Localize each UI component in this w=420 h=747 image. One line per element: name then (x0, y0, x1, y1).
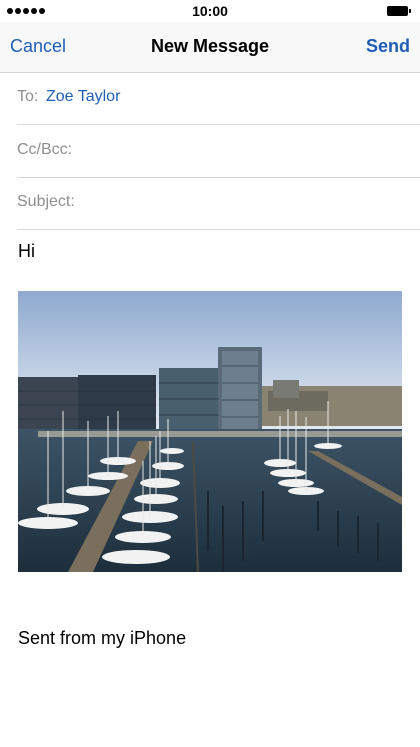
cc-bcc-field[interactable]: Cc/Bcc: (17, 125, 420, 178)
status-time: 10:00 (192, 3, 228, 19)
status-bar: 10:00 (0, 0, 420, 22)
recipient-token[interactable]: Zoe Taylor (46, 88, 120, 106)
subject-input[interactable] (87, 187, 420, 219)
page-title: New Message (150, 36, 270, 56)
message-body-text[interactable]: Hi (18, 241, 35, 262)
to-label: To: (17, 88, 39, 105)
to-field[interactable]: To: Zoe Taylor (17, 72, 420, 125)
cc-bcc-input[interactable] (87, 135, 420, 167)
attached-photo[interactable] (18, 291, 402, 572)
signature-text[interactable]: Sent from my iPhone (18, 628, 186, 649)
subject-field[interactable]: Subject: (17, 177, 420, 230)
subject-label: Subject: (17, 193, 75, 210)
send-button[interactable]: Send (366, 36, 410, 57)
cc-bcc-label: Cc/Bcc: (17, 141, 73, 158)
harbor-photo-image (18, 291, 402, 572)
nav-bar: Cancel New Message Send (0, 22, 420, 73)
battery-icon (387, 6, 412, 16)
